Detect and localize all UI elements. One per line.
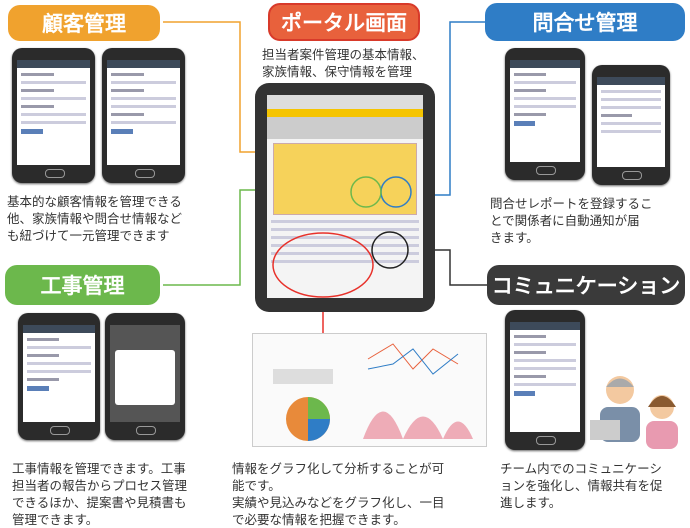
portal-description: 情報をグラフ化して分析することが可 能です。 実績や見込みなどをグラフ化し、一目 で必… — [232, 461, 445, 527]
portal-screen-label: ポータル画面 — [268, 3, 420, 41]
customer-phone-1 — [12, 48, 95, 183]
inquiry-description: 問合せレポートを登録するこ とで関係者に自動通知が届 きます。 — [490, 196, 653, 245]
portal-subtitle: 担当者案件管理の基本情報、 家族情報、保守情報を管理 — [262, 47, 425, 79]
communication-phone — [505, 310, 585, 450]
construction-phone-1 — [18, 313, 100, 440]
construction-description: 工事情報を管理できます。工事 担当者の報告からプロセス管理 できるほか、提案書や見積… — [12, 461, 188, 527]
inquiry-phone-2 — [592, 65, 670, 185]
construction-phone-2 — [105, 313, 185, 440]
customer-management-label: 顧客管理 — [8, 5, 160, 41]
communication-label: コミュニケーション — [487, 265, 685, 305]
inquiry-management-label: 問合せ管理 — [485, 3, 685, 41]
highlight-circles — [272, 176, 412, 298]
construction-management-label: 工事管理 — [5, 265, 160, 305]
chart-screenshot — [252, 333, 487, 447]
customer-description: 基本的な顧客情報を管理できる 他、家族情報や問合せ情報など も紐づけて一元管理できま… — [7, 194, 183, 243]
communication-description: チーム内でのコミュニケーシ ョンを強化し、情報共有を促 進します。 — [500, 461, 663, 510]
customer-phone-2 — [102, 48, 185, 183]
inquiry-phone-1 — [505, 48, 585, 180]
people-illustration — [590, 376, 678, 449]
